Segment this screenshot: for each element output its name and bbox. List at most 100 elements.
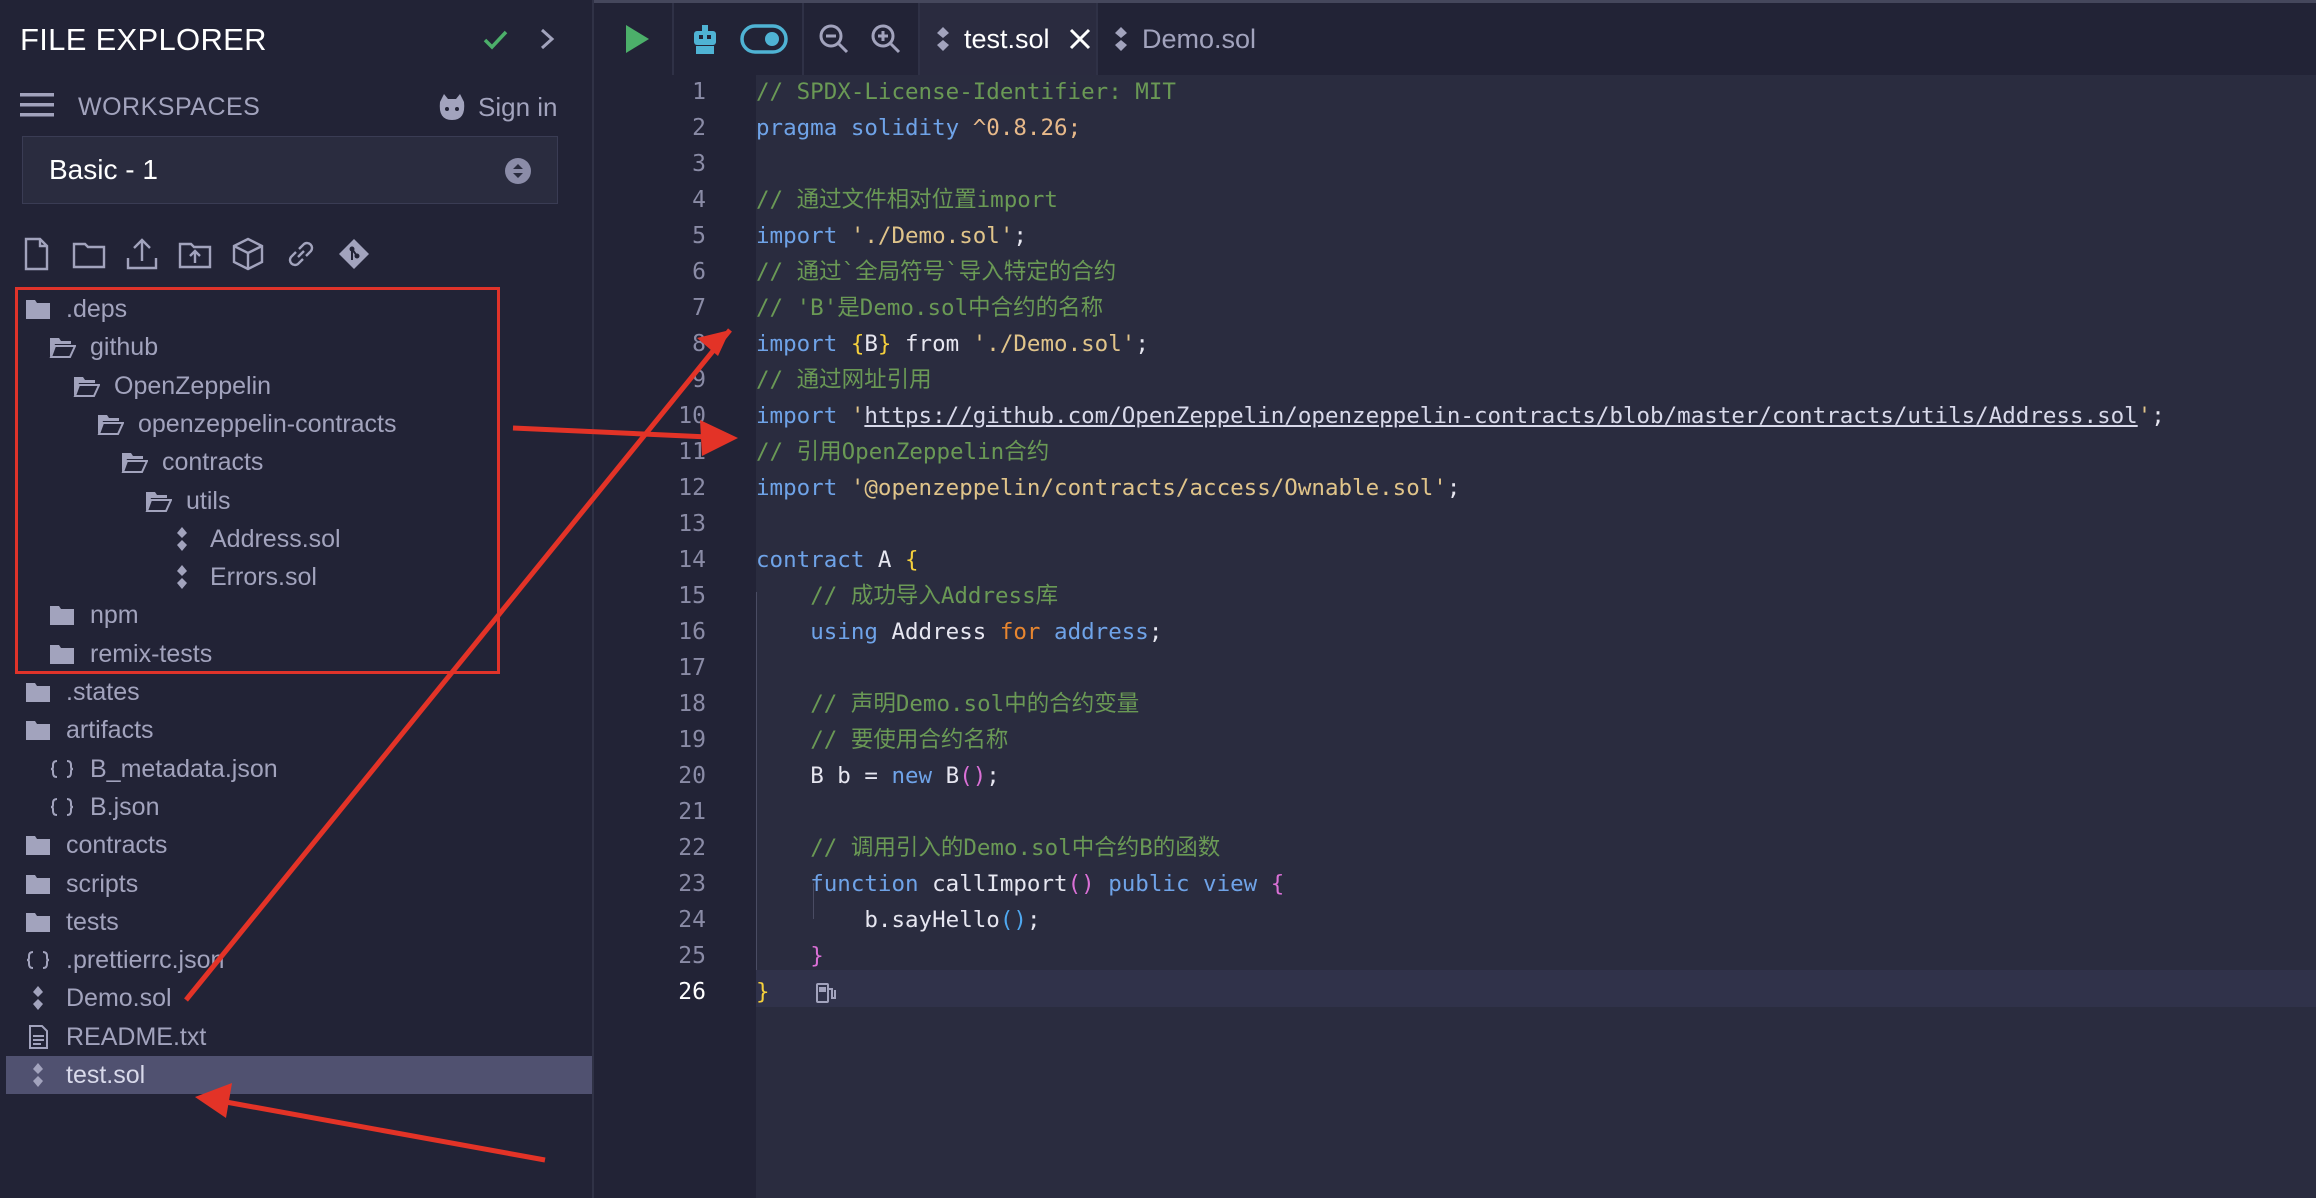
close-tab-icon[interactable] (1068, 27, 1092, 51)
line-number: 22 (678, 835, 706, 861)
chevron-right-icon[interactable] (535, 22, 559, 56)
file-tree-item[interactable]: README.txt (6, 1018, 592, 1056)
folder-icon (24, 678, 52, 706)
zoom-in-button[interactable] (866, 3, 906, 75)
run-button[interactable] (610, 3, 664, 75)
sign-in-label: Sign in (478, 91, 558, 122)
line-number: 1 (692, 79, 706, 105)
code-line-15: // 成功导入Address库 (810, 583, 1059, 609)
code-editor: test.sol Demo.sol 1 2 3 4 5 6 7 8 9 10 11 12 13 14 15 1… (596, 3, 2316, 1198)
file-tree-item[interactable]: .prettierrc.json (6, 941, 592, 979)
code-line-26: } (756, 979, 770, 1005)
line-number: 15 (678, 583, 706, 609)
file-tree-item[interactable]: test.sol (6, 1056, 592, 1094)
tab-label: Demo.sol (1142, 23, 1257, 54)
code-line-7: // 'B'是Demo.sol中合约的名称 (756, 295, 1104, 321)
code-line-2: pragma solidity ^0.8.26; (756, 115, 1082, 141)
import-url-link[interactable]: https://github.com/OpenZeppelin/openzepp… (864, 403, 2137, 429)
folder-icon (24, 870, 52, 898)
solidity-file-icon (24, 984, 52, 1012)
folder-icon (24, 831, 52, 859)
line-number: 14 (678, 547, 706, 573)
tab-test-sol[interactable]: test.sol (920, 3, 1096, 75)
select-arrows-icon (505, 158, 531, 184)
file-tree-item[interactable]: B_metadata.json (6, 750, 592, 788)
github-icon (439, 94, 465, 120)
code-line-23: function callImport() public view { (810, 871, 1285, 897)
line-number: 11 (678, 439, 706, 465)
file-tree-item[interactable]: tests (6, 903, 592, 941)
file-tree-item[interactable]: Demo.sol (6, 979, 592, 1017)
code-line-24: b.sayHello(); (864, 907, 1041, 933)
zoom-out-button[interactable] (814, 3, 854, 75)
solidity-icon (1115, 27, 1127, 51)
line-number: 12 (678, 475, 706, 501)
new-file-icon[interactable] (18, 236, 54, 272)
folder-icon (24, 716, 52, 744)
current-line-highlight (756, 970, 2316, 1007)
line-number: 18 (678, 691, 706, 717)
code-line-11: // 引用OpenZeppelin合约 (756, 439, 1050, 465)
hamburger-menu-icon[interactable] (20, 90, 54, 120)
file-tree-item[interactable]: artifacts (6, 711, 592, 749)
new-folder-icon[interactable] (71, 236, 107, 272)
explorer-toolbar (18, 236, 372, 272)
code-line-18: // 声明Demo.sol中的合约变量 (810, 691, 1140, 717)
file-tree-label: B_metadata.json (90, 754, 278, 783)
code-line-6: // 通过`全局符号`导入特定的合约 (756, 259, 1117, 285)
line-number: 5 (692, 223, 706, 249)
check-icon[interactable] (480, 22, 510, 56)
json-file-icon (24, 946, 52, 974)
file-tree-label: .prettierrc.json (66, 945, 225, 974)
code-line-16: using Address for address; (810, 619, 1163, 645)
upload-file-icon[interactable] (124, 236, 160, 272)
code-line-5: import './Demo.sol'; (756, 223, 1027, 249)
sign-in-button[interactable]: Sign in (436, 90, 558, 124)
cube-icon[interactable] (230, 236, 266, 272)
workspaces-label: WORKSPACES (78, 93, 261, 121)
code-line-4: // 通过文件相对位置import (756, 187, 1058, 213)
line-number: 20 (678, 763, 706, 789)
json-file-icon (48, 793, 76, 821)
line-number: 17 (678, 655, 706, 681)
zoom-in-icon (871, 24, 901, 54)
workspace-select[interactable]: Basic - 1 (22, 136, 558, 204)
upload-folder-icon[interactable] (177, 236, 213, 272)
line-number: 4 (692, 187, 706, 213)
annotation-box (15, 287, 500, 674)
file-tree-item[interactable]: scripts (6, 865, 592, 903)
line-number: 26 (678, 979, 706, 1005)
file-tree-label: contracts (66, 830, 168, 859)
json-file-icon (48, 755, 76, 783)
file-tree-label: README.txt (66, 1022, 207, 1051)
line-number: 21 (678, 799, 706, 825)
autocompile-toggle[interactable] (734, 3, 794, 75)
file-tree-label: tests (66, 907, 119, 936)
file-tree-label: .states (66, 677, 140, 706)
ai-assistant-button[interactable] (680, 3, 730, 75)
editor-tabbar: test.sol Demo.sol (596, 3, 2316, 76)
code-line-14: contract A { (756, 547, 919, 573)
file-tree-label: scripts (66, 869, 139, 898)
solidity-file-icon (24, 1061, 52, 1089)
link-icon[interactable] (283, 236, 319, 272)
tab-demo-sol[interactable]: Demo.sol (1112, 3, 1282, 75)
file-tree-label: test.sol (66, 1060, 146, 1089)
file-tree-item[interactable]: B.json (6, 788, 592, 826)
solidity-icon (937, 27, 949, 51)
text-file-icon (24, 1023, 52, 1051)
folder-icon (24, 908, 52, 936)
zoom-out-icon (819, 24, 849, 54)
git-icon[interactable] (336, 236, 372, 272)
line-number-gutter: 1 2 3 4 5 6 7 8 9 10 11 12 13 14 15 16 17 18 19 20 21 22 23 24 2… (596, 75, 756, 1198)
line-number: 16 (678, 619, 706, 645)
file-tree-item[interactable]: .states (6, 673, 592, 711)
play-icon (626, 25, 649, 53)
workspace-selected-value: Basic - 1 (49, 154, 158, 185)
line-number: 3 (692, 151, 706, 177)
file-tree-label: Demo.sol (66, 983, 172, 1012)
file-tree-item[interactable]: contracts (6, 826, 592, 864)
line-number: 7 (692, 295, 706, 321)
tab-label: test.sol (964, 23, 1050, 54)
gas-pump-icon[interactable] (815, 980, 837, 1004)
